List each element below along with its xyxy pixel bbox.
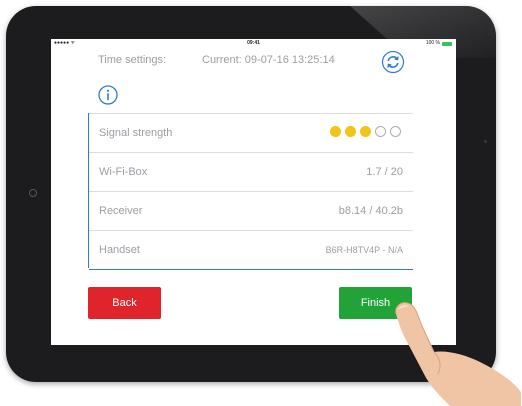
signal-dot-empty [375, 126, 386, 137]
battery-status: 100 % [426, 39, 452, 48]
time-settings-label: Time settings: [98, 54, 167, 66]
back-button[interactable]: Back [88, 287, 161, 319]
info-row-wifi-box: Wi-Fi-Box 1.7 / 20 [89, 153, 413, 192]
receiver-value: b8.14 / 40.2b [338, 205, 403, 217]
signal-dot-filled [360, 126, 371, 137]
status-bar: ●●●●● ᯤ 09:41 100 % [51, 39, 456, 48]
signal-strength-label: Signal strength [99, 127, 173, 139]
wifi-box-label: Wi-Fi-Box [99, 166, 148, 178]
signal-dot-empty [390, 126, 401, 137]
info-row-handset: Handset B6R-H8TV4P - N/A [89, 231, 413, 270]
info-icon[interactable] [98, 85, 118, 105]
handset-value: B6R-H8TV4P - N/A [325, 245, 403, 255]
signal-dot-filled [330, 126, 341, 137]
time-settings-row: Time settings: Current: 09-07-16 13:25:1… [98, 50, 428, 74]
signal-dot-filled [345, 126, 356, 137]
info-row-receiver: Receiver b8.14 / 40.2b [89, 192, 413, 231]
sensor-dot [484, 140, 487, 143]
camera-icon [29, 189, 37, 197]
receiver-label: Receiver [99, 205, 143, 217]
signal-strength-indicator [330, 126, 401, 137]
device-info-list: Signal strength Wi-Fi-Box 1.7 / 20 Recei… [88, 113, 413, 270]
info-row-signal-strength: Signal strength [89, 113, 413, 153]
handset-label: Handset [99, 244, 140, 256]
pointing-hand-image [395, 302, 521, 406]
battery-icon [442, 41, 452, 46]
status-time: 09:41 [247, 40, 260, 46]
battery-percent: 100 % [425, 40, 440, 46]
wifi-box-value: 1.7 / 20 [366, 166, 403, 178]
current-time-value: Current: 09-07-16 13:25:14 [202, 54, 335, 66]
sync-icon[interactable] [381, 50, 405, 74]
